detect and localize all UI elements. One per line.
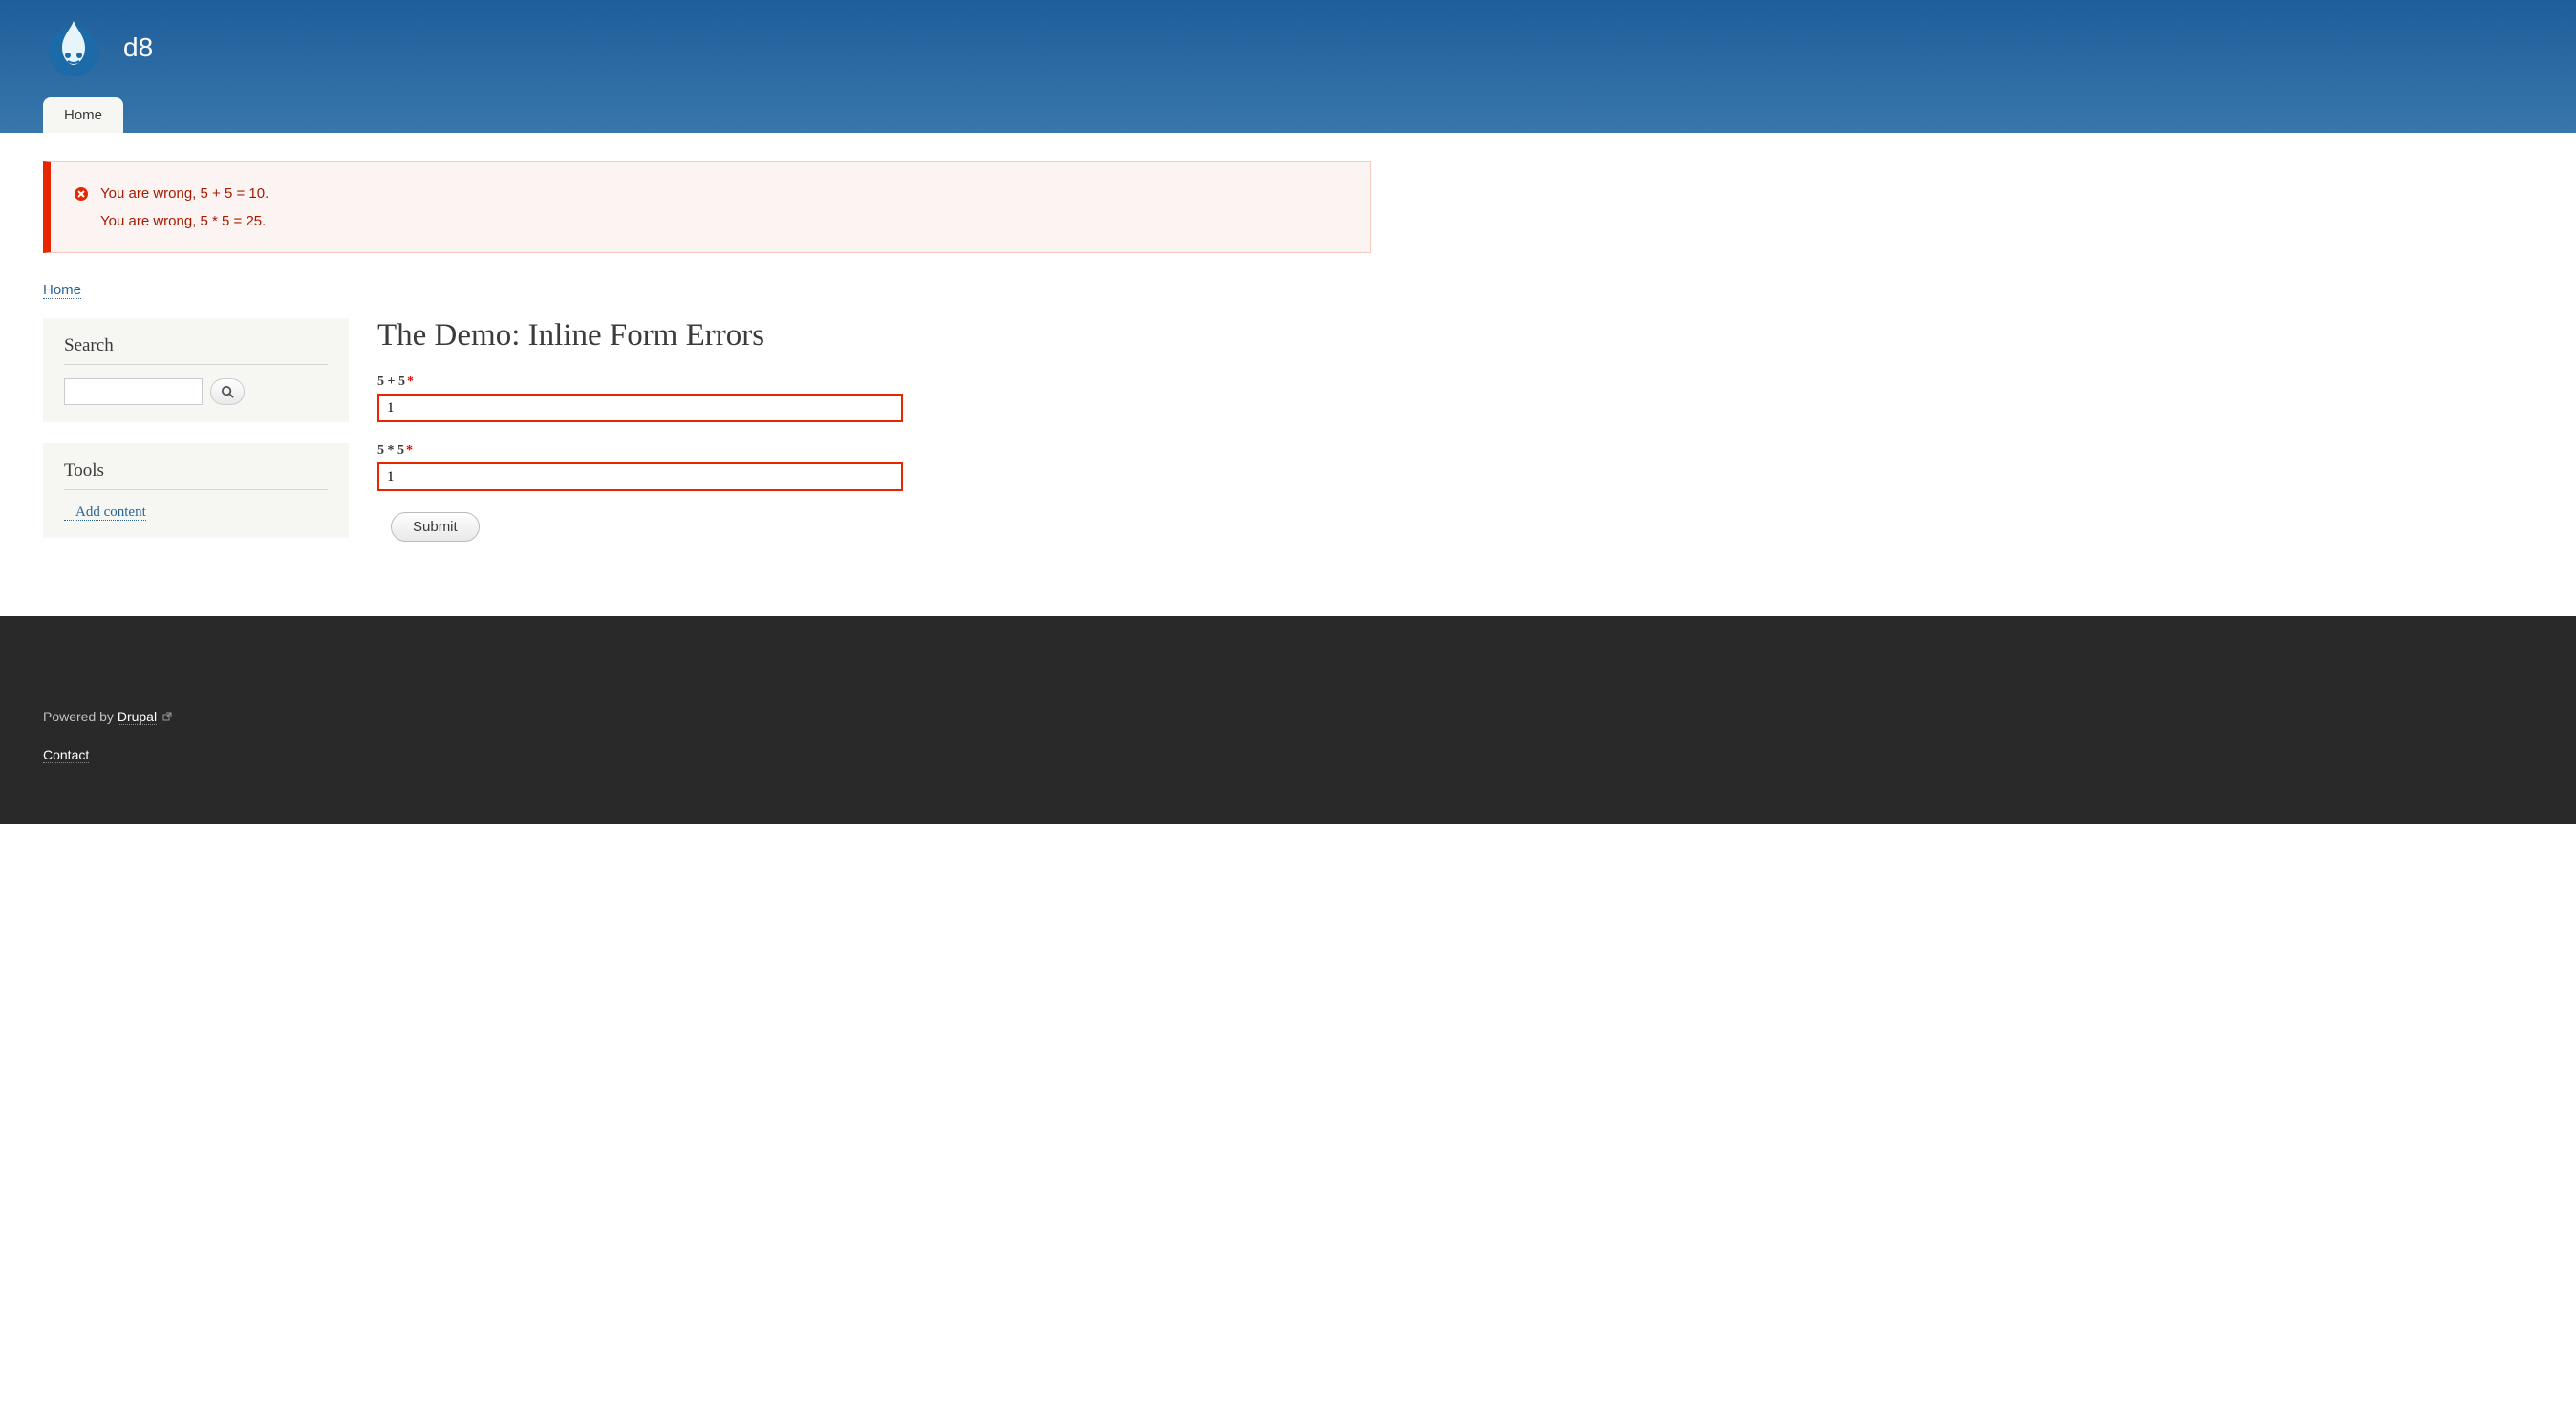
tools-block: Tools Add content [43,443,349,538]
search-icon [221,385,235,399]
search-input[interactable] [64,378,203,405]
main-nav: Home [43,97,2533,133]
contact-link[interactable]: Contact [43,747,89,763]
addition-input[interactable] [377,394,903,422]
field-label: 5 + 5* [377,374,1371,390]
error-text: You are wrong, 5 + 5 = 10. [100,185,268,202]
add-content-link[interactable]: Add content [64,504,146,521]
search-button[interactable] [210,378,245,405]
sidebar: Search Tools Add content [43,318,349,559]
error-message-item: You are wrong, 5 * 5 = 25. [74,207,1347,235]
error-message-item: You are wrong, 5 + 5 = 10. [74,180,1347,207]
required-mark: * [407,374,414,389]
search-block: Search [43,318,349,422]
error-icon [74,186,89,202]
required-mark: * [406,443,413,458]
error-text: You are wrong, 5 * 5 = 25. [100,213,266,229]
external-link-icon [162,712,172,721]
form-item-multiplication: 5 * 5* [377,443,1371,491]
form-item-addition: 5 + 5* [377,374,1371,422]
breadcrumb: Home [43,282,1371,299]
tools-block-title: Tools [64,460,328,490]
powered-by: Powered by Drupal [43,709,2533,724]
search-block-title: Search [64,335,328,365]
site-name: d8 [123,32,153,63]
nav-tab-home[interactable]: Home [43,97,123,133]
site-footer: Powered by Drupal Contact [0,616,2576,824]
error-messages: You are wrong, 5 + 5 = 10. You are wrong… [43,161,1371,253]
site-header: d8 Home [0,0,2576,133]
submit-button[interactable]: Submit [391,512,480,542]
multiplication-input[interactable] [377,462,903,491]
field-label: 5 * 5* [377,443,1371,459]
drupal-logo-icon [43,17,104,78]
page-title: The Demo: Inline Form Errors [377,318,1371,353]
breadcrumb-home[interactable]: Home [43,282,81,299]
drupal-link[interactable]: Drupal [118,709,157,725]
main-content: The Demo: Inline Form Errors 5 + 5* 5 * … [377,318,1371,559]
